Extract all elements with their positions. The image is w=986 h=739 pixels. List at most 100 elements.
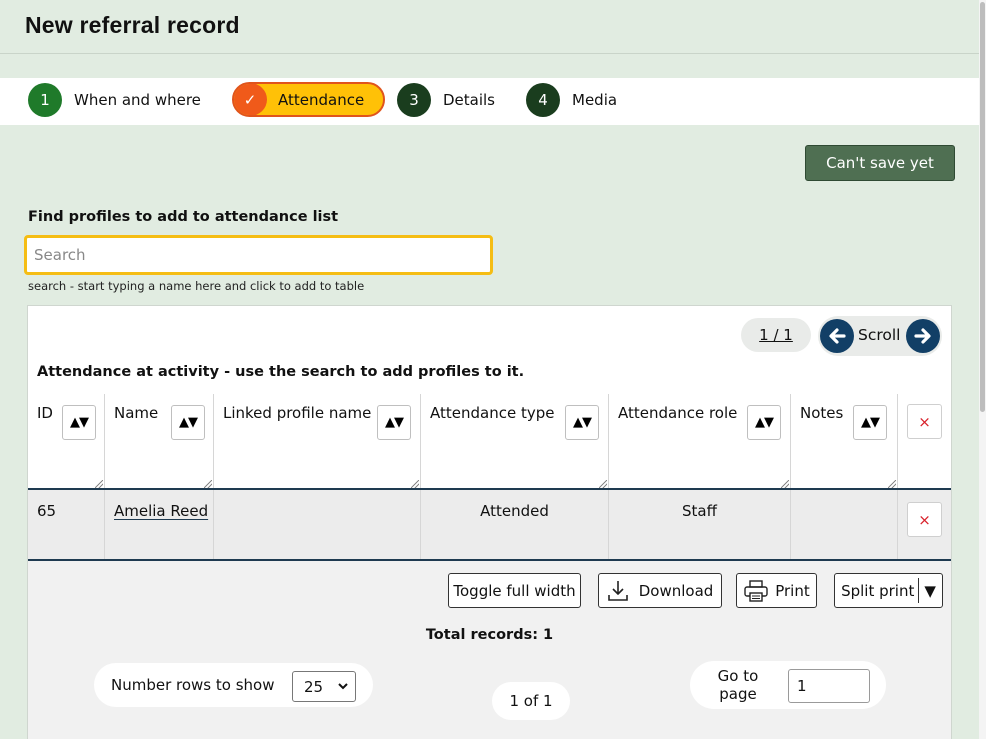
button-label: Download bbox=[638, 581, 714, 600]
printer-icon bbox=[744, 579, 768, 602]
scroll-label: Scroll bbox=[858, 326, 901, 344]
go-to-page-input[interactable] bbox=[788, 669, 870, 703]
column-header-name: Name ▲▼ bbox=[105, 394, 214, 489]
column-header-notes: Notes ▲▼ bbox=[791, 394, 898, 489]
cell-value: Staff bbox=[682, 502, 717, 520]
delete-row-button[interactable]: × bbox=[907, 502, 942, 537]
sort-button[interactable]: ▲▼ bbox=[747, 405, 781, 440]
sort-button[interactable]: ▲▼ bbox=[171, 405, 205, 440]
app-window: New referral record 1 When and where ✓ A… bbox=[0, 0, 979, 739]
page-scrollbar[interactable] bbox=[979, 0, 986, 739]
search-hint: search - start typing a name here and cl… bbox=[28, 279, 365, 293]
sort-button[interactable]: ▲▼ bbox=[565, 405, 599, 440]
sort-icon: ▲▼ bbox=[179, 415, 198, 430]
resize-handle-icon[interactable] bbox=[411, 480, 419, 488]
step-details[interactable]: 3 Details bbox=[397, 83, 495, 117]
scroll-right-button[interactable] bbox=[906, 319, 940, 353]
search-input[interactable] bbox=[24, 235, 493, 275]
total-records: Total records: 1 bbox=[425, 627, 554, 643]
step-label: Details bbox=[443, 91, 496, 109]
rows-per-page-label: Number rows to show bbox=[111, 676, 275, 694]
sort-icon: ▲▼ bbox=[385, 415, 404, 430]
column-label: Notes bbox=[800, 404, 844, 422]
resize-handle-icon[interactable] bbox=[95, 480, 103, 488]
title-bar: New referral record bbox=[0, 0, 979, 54]
sort-button[interactable]: ▲▼ bbox=[377, 405, 411, 440]
table-header-area: 1 / 1 Scroll Attendance at activity - us… bbox=[28, 306, 951, 490]
sort-button[interactable]: ▲▼ bbox=[853, 405, 887, 440]
button-label: Split print bbox=[841, 581, 915, 600]
go-to-page-control: Go to page bbox=[690, 661, 886, 709]
resize-handle-icon[interactable] bbox=[599, 480, 607, 488]
print-button[interactable]: Print bbox=[736, 573, 817, 608]
step-label: When and where bbox=[74, 91, 201, 109]
toggle-full-width-button[interactable]: Toggle full width bbox=[448, 573, 581, 608]
step-number: 3 bbox=[397, 83, 431, 117]
step-when-and-where[interactable]: 1 When and where bbox=[28, 83, 201, 117]
cell-attendance-type: Attended bbox=[421, 490, 609, 560]
close-icon: × bbox=[918, 412, 931, 431]
resize-handle-icon[interactable] bbox=[781, 480, 789, 488]
table-caption: Attendance at activity - use the search … bbox=[37, 364, 525, 380]
scrollbar-thumb[interactable] bbox=[980, 2, 985, 412]
sort-button[interactable]: ▲▼ bbox=[62, 405, 96, 440]
page-info: 1 of 1 bbox=[492, 682, 570, 720]
column-header-attendance-type: Attendance type ▲▼ bbox=[421, 394, 609, 489]
close-icon: × bbox=[918, 510, 931, 529]
cell-name: Amelia Reed bbox=[105, 490, 214, 560]
find-profiles-label: Find profiles to add to attendance list bbox=[28, 209, 339, 225]
go-to-page-label: Go to page bbox=[717, 667, 759, 703]
arrow-left-icon bbox=[829, 328, 846, 344]
download-icon bbox=[607, 580, 628, 601]
profile-link[interactable]: Amelia Reed bbox=[114, 502, 208, 520]
cell-value: 65 bbox=[37, 502, 57, 520]
sort-icon: ▲▼ bbox=[573, 415, 592, 430]
cell-linked-profile bbox=[214, 490, 421, 560]
step-label: Attendance bbox=[278, 90, 365, 109]
sort-icon: ▲▼ bbox=[755, 415, 774, 430]
scroll-left-button[interactable] bbox=[820, 319, 854, 353]
table-row: 65 Amelia Reed Attended Staff × bbox=[28, 490, 951, 560]
download-button[interactable]: Download bbox=[598, 573, 722, 608]
cell-actions: × bbox=[898, 490, 951, 560]
scroll-control: Scroll bbox=[818, 316, 942, 356]
column-header-id: ID ▲▼ bbox=[28, 394, 105, 489]
cell-attendance-role: Staff bbox=[609, 490, 791, 560]
cell-notes bbox=[791, 490, 898, 560]
delete-all-button[interactable]: × bbox=[907, 404, 942, 439]
button-label: Print bbox=[775, 581, 810, 600]
split-divider bbox=[918, 578, 920, 603]
sort-icon: ▲▼ bbox=[861, 415, 880, 430]
page-title: New referral record bbox=[25, 12, 240, 38]
button-label: Toggle full width bbox=[453, 581, 576, 600]
column-header-actions: × bbox=[898, 394, 951, 489]
select-value: 25 bbox=[304, 677, 324, 696]
check-icon: ✓ bbox=[234, 84, 267, 115]
column-label: Attendance type bbox=[430, 404, 555, 422]
row-divider bbox=[28, 559, 951, 561]
stepper: 1 When and where ✓ Attendance 3 Details … bbox=[0, 78, 979, 125]
split-print-button[interactable]: Split print ▼ bbox=[834, 573, 943, 608]
column-label: Linked profile name bbox=[223, 404, 372, 422]
save-button[interactable]: Can't save yet bbox=[805, 145, 955, 181]
column-label: ID bbox=[37, 404, 53, 422]
sort-icon: ▲▼ bbox=[70, 415, 89, 430]
rows-per-page-control: Number rows to show 25 bbox=[94, 663, 373, 707]
page-indicator[interactable]: 1 / 1 bbox=[741, 318, 811, 352]
cell-value: Attended bbox=[480, 502, 549, 520]
cell-id: 65 bbox=[28, 490, 105, 560]
chevron-down-icon bbox=[338, 683, 348, 690]
rows-per-page-select[interactable]: 25 bbox=[292, 671, 356, 702]
column-label: Name bbox=[114, 404, 159, 422]
step-number: 1 bbox=[28, 83, 62, 117]
step-attendance[interactable]: ✓ Attendance bbox=[232, 82, 385, 117]
step-number: 4 bbox=[526, 83, 560, 117]
step-label: Media bbox=[572, 91, 618, 109]
column-label: Attendance role bbox=[618, 404, 738, 422]
resize-handle-icon[interactable] bbox=[888, 480, 896, 488]
column-header-linked-profile: Linked profile name ▲▼ bbox=[214, 394, 421, 489]
chevron-down-icon[interactable]: ▼ bbox=[924, 582, 936, 600]
step-media[interactable]: 4 Media bbox=[526, 83, 617, 117]
column-header-attendance-role: Attendance role ▲▼ bbox=[609, 394, 791, 489]
resize-handle-icon[interactable] bbox=[204, 480, 212, 488]
